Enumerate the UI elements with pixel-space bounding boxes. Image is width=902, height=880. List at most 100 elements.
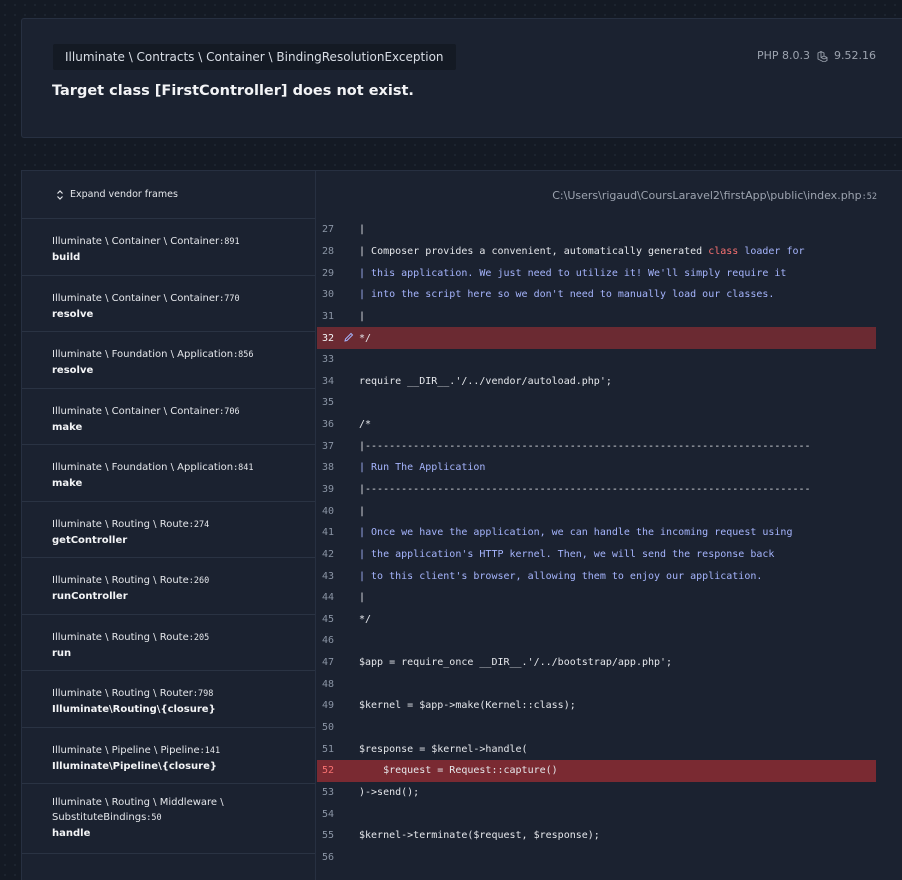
line-code: | this application. We just need to util… bbox=[359, 267, 787, 279]
expand-vendor-frames-label: Expand vendor frames bbox=[70, 189, 178, 200]
code-line: 35 bbox=[317, 392, 902, 414]
line-code: |---------------------------------------… bbox=[359, 440, 811, 452]
frame-method: build bbox=[52, 252, 81, 263]
line-number: 37 bbox=[322, 440, 335, 452]
code-line: 27 | bbox=[317, 219, 902, 241]
frame-line: :841 bbox=[233, 463, 254, 473]
line-number: 53 bbox=[322, 786, 335, 798]
frame-method: handle bbox=[52, 828, 91, 839]
line-number: 29 bbox=[322, 267, 335, 279]
frame-line: :50 bbox=[146, 813, 162, 823]
line-code: | Once we have the application, we can h… bbox=[359, 527, 793, 539]
line-number: 46 bbox=[322, 635, 335, 647]
code-line: 34 require __DIR__.'/../vendor/autoload.p… bbox=[317, 370, 902, 392]
frame-class: Illuminate \ Routing \ Middleware \ bbox=[52, 797, 224, 808]
frame-class: Illuminate \ Routing \ Route bbox=[52, 631, 189, 643]
line-number: 44 bbox=[322, 592, 335, 604]
chevron-up-down-icon bbox=[57, 189, 63, 200]
stack-frame[interactable]: Illuminate \ Routing \ Middleware \ Subs… bbox=[22, 784, 315, 854]
frame-line: :205 bbox=[188, 632, 210, 643]
line-code: */ bbox=[359, 613, 372, 625]
stack-frame[interactable]: Illuminate \ Container \ Container:891 b… bbox=[22, 219, 315, 276]
file-line-number: :52 bbox=[861, 192, 877, 202]
frames-list: Expand vendor frames Illuminate \ Contai… bbox=[22, 171, 316, 880]
frame-class: Illuminate \ Routing \ Route bbox=[52, 518, 189, 530]
line-number: 45 bbox=[322, 613, 335, 625]
line-number: 39 bbox=[322, 484, 335, 495]
stack-frame[interactable]: Illuminate \ Pipeline \ Pipeline:141 Ill… bbox=[22, 728, 315, 784]
code-line: 37 |-------------------------------------… bbox=[317, 435, 902, 457]
frame-class: Illuminate \ Foundation \ Application bbox=[52, 349, 234, 360]
frame-method: getController bbox=[52, 534, 128, 546]
code-line: 43 | to this client's browser, allowing t… bbox=[317, 565, 902, 587]
frame-class-continued: SubstituteBindings bbox=[52, 812, 147, 823]
line-number: 33 bbox=[322, 354, 335, 366]
line-code: | the application's HTTP kernel. Then, w… bbox=[359, 548, 775, 560]
code-line: 45 */ bbox=[317, 609, 902, 631]
stack-frame[interactable]: Illuminate \ Foundation \ Application:84… bbox=[22, 445, 315, 502]
code-line: 52 $request = Request::capture() bbox=[317, 760, 876, 782]
line-code: $app = require_once __DIR__.'/../bootstr… bbox=[359, 657, 673, 669]
line-number: 41 bbox=[322, 527, 335, 539]
code-line: 38 | Run The Application bbox=[317, 457, 902, 479]
line-code: | bbox=[359, 224, 366, 236]
line-code: $response = $kernel->handle( bbox=[359, 743, 528, 755]
frame-class: Illuminate \ Routing \ Route bbox=[52, 575, 189, 586]
file-path[interactable]: C:\Users\rigaud\CoursLaravel2\firstApp\p… bbox=[552, 189, 877, 202]
frame-class: Illuminate \ Foundation \ Application bbox=[52, 462, 234, 473]
pencil-icon[interactable] bbox=[344, 332, 354, 342]
stack-frame[interactable]: Illuminate \ Routing \ Route:260 runCont… bbox=[22, 558, 315, 615]
stack-frame[interactable]: Illuminate \ Routing \ Route:274 getCont… bbox=[22, 502, 315, 558]
exception-class-badge[interactable]: Illuminate \ Contracts \ Container \ Bin… bbox=[53, 44, 456, 70]
code-line: 51 $response = $kernel->handle( bbox=[317, 738, 902, 760]
code-line: 41 | Once we have the application, we can… bbox=[317, 522, 902, 544]
line-number: 30 bbox=[322, 289, 335, 301]
line-number: 49 bbox=[322, 700, 335, 712]
code-line: 33 bbox=[317, 349, 902, 371]
code-line: 42 | the application's HTTP kernel. Then,… bbox=[317, 544, 902, 566]
line-number: 48 bbox=[322, 678, 335, 690]
frame-line: :891 bbox=[219, 237, 240, 247]
stack-frame[interactable]: Illuminate \ Container \ Container:706 m… bbox=[22, 389, 315, 445]
frame-class: Illuminate \ Container \ Container bbox=[52, 292, 220, 304]
line-number: 36 bbox=[322, 419, 335, 431]
line-code: | into the script here so we don't need … bbox=[359, 289, 775, 301]
code-viewer: C:\Users\rigaud\CoursLaravel2\firstApp\p… bbox=[317, 171, 902, 880]
code-line: 36 /* bbox=[317, 414, 902, 436]
line-number: 27 bbox=[322, 224, 335, 236]
stack-frame[interactable]: Illuminate \ Foundation \ Application:85… bbox=[22, 332, 315, 389]
line-number: 47 bbox=[322, 657, 335, 669]
code-line: 54 bbox=[317, 803, 902, 825]
code-line: 56 bbox=[317, 847, 902, 869]
line-code: $kernel = $app->make(Kernel::class); bbox=[359, 700, 576, 712]
line-code: | bbox=[359, 310, 366, 322]
line-number: 42 bbox=[322, 548, 335, 560]
line-code: | Composer provides a convenient, automa… bbox=[359, 245, 805, 257]
line-code: | to this client's browser, allowing the… bbox=[359, 570, 763, 582]
frame-line: :770 bbox=[219, 293, 240, 304]
line-number: 31 bbox=[322, 310, 335, 322]
code-line: 44 | bbox=[317, 587, 902, 609]
expand-vendor-frames-button[interactable]: Expand vendor frames bbox=[22, 171, 315, 219]
stack-frame[interactable]: Illuminate \ Container \ Container:770 r… bbox=[22, 276, 315, 332]
line-code: |---------------------------------------… bbox=[359, 484, 811, 495]
frame-method: resolve bbox=[52, 365, 94, 376]
frame-method: Illuminate\Routing\{closure} bbox=[52, 704, 216, 715]
line-code: $kernel->terminate($request, $response); bbox=[359, 830, 600, 842]
line-number: 51 bbox=[322, 743, 335, 755]
stack-frame[interactable]: Illuminate \ Routing \ Route:205 run bbox=[22, 615, 315, 671]
line-number: 55 bbox=[322, 830, 335, 842]
frame-class: Illuminate \ Routing \ Router bbox=[52, 688, 193, 699]
exception-message: Target class [FirstController] does not … bbox=[52, 83, 414, 99]
code-line: 55 $kernel->terminate($request, $response… bbox=[317, 825, 902, 847]
code-line: 50 bbox=[317, 717, 902, 739]
line-number: 50 bbox=[322, 722, 335, 734]
code-line: 32 */ bbox=[317, 327, 876, 349]
file-path-text: C:\Users\rigaud\CoursLaravel2\firstApp\p… bbox=[552, 189, 862, 202]
stack-frame[interactable]: Illuminate \ Routing \ Router:798 Illumi… bbox=[22, 671, 315, 728]
code-lines: 27 | 28 | Composer provides a convenient, a… bbox=[317, 219, 902, 868]
code-line: 46 bbox=[317, 630, 902, 652]
frame-line: :798 bbox=[192, 689, 214, 699]
code-line: 53)->send(); bbox=[317, 782, 902, 804]
code-line: 47 $app = require_once __DIR__.'/../boots… bbox=[317, 652, 902, 674]
